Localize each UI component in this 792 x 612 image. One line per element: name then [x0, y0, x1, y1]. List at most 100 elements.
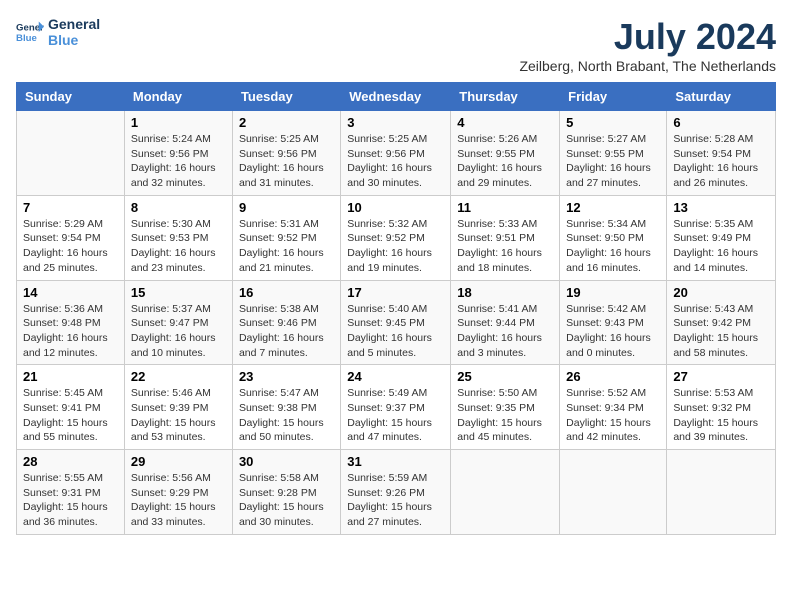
day-info: Sunrise: 5:26 AM Sunset: 9:55 PM Dayligh… — [457, 132, 553, 191]
day-info: Sunrise: 5:59 AM Sunset: 9:26 PM Dayligh… — [347, 471, 444, 530]
day-number: 2 — [239, 115, 334, 130]
day-info: Sunrise: 5:24 AM Sunset: 9:56 PM Dayligh… — [131, 132, 226, 191]
day-number: 20 — [673, 285, 769, 300]
calendar-cell: 17 Sunrise: 5:40 AM Sunset: 9:45 PM Dayli… — [341, 280, 451, 365]
day-info: Sunrise: 5:52 AM Sunset: 9:34 PM Dayligh… — [566, 386, 660, 445]
day-info: Sunrise: 5:50 AM Sunset: 9:35 PM Dayligh… — [457, 386, 553, 445]
calendar-cell: 15 Sunrise: 5:37 AM Sunset: 9:47 PM Dayli… — [124, 280, 232, 365]
day-number: 9 — [239, 200, 334, 215]
day-number: 7 — [23, 200, 118, 215]
day-info: Sunrise: 5:45 AM Sunset: 9:41 PM Dayligh… — [23, 386, 118, 445]
day-info: Sunrise: 5:34 AM Sunset: 9:50 PM Dayligh… — [566, 217, 660, 276]
week-row-2: 7 Sunrise: 5:29 AM Sunset: 9:54 PM Daylig… — [17, 195, 776, 280]
week-row-5: 28 Sunrise: 5:55 AM Sunset: 9:31 PM Dayli… — [17, 450, 776, 535]
day-number: 16 — [239, 285, 334, 300]
calendar-cell: 5 Sunrise: 5:27 AM Sunset: 9:55 PM Daylig… — [560, 111, 667, 196]
day-number: 21 — [23, 369, 118, 384]
day-number: 12 — [566, 200, 660, 215]
day-number: 31 — [347, 454, 444, 469]
day-number: 4 — [457, 115, 553, 130]
day-info: Sunrise: 5:29 AM Sunset: 9:54 PM Dayligh… — [23, 217, 118, 276]
calendar-cell: 26 Sunrise: 5:52 AM Sunset: 9:34 PM Dayli… — [560, 365, 667, 450]
week-row-1: 1 Sunrise: 5:24 AM Sunset: 9:56 PM Daylig… — [17, 111, 776, 196]
calendar-cell: 18 Sunrise: 5:41 AM Sunset: 9:44 PM Dayli… — [451, 280, 560, 365]
svg-text:Blue: Blue — [16, 33, 37, 44]
day-number: 30 — [239, 454, 334, 469]
day-number: 10 — [347, 200, 444, 215]
day-number: 19 — [566, 285, 660, 300]
day-info: Sunrise: 5:56 AM Sunset: 9:29 PM Dayligh… — [131, 471, 226, 530]
day-info: Sunrise: 5:47 AM Sunset: 9:38 PM Dayligh… — [239, 386, 334, 445]
calendar-cell — [17, 111, 125, 196]
calendar-cell: 13Sunrise: 5:35 AM Sunset: 9:49 PM Dayli… — [667, 195, 776, 280]
day-number: 28 — [23, 454, 118, 469]
calendar-cell: 9Sunrise: 5:31 AM Sunset: 9:52 PM Daylig… — [232, 195, 340, 280]
day-info: Sunrise: 5:27 AM Sunset: 9:55 PM Dayligh… — [566, 132, 660, 191]
calendar-cell: 14 Sunrise: 5:36 AM Sunset: 9:48 PM Dayli… — [17, 280, 125, 365]
calendar-cell: 11Sunrise: 5:33 AM Sunset: 9:51 PM Dayli… — [451, 195, 560, 280]
logo-text-general: General — [48, 16, 100, 32]
location-title: Zeilberg, North Brabant, The Netherlands — [519, 58, 776, 74]
calendar-cell — [560, 450, 667, 535]
calendar-cell: 4 Sunrise: 5:26 AM Sunset: 9:55 PM Daylig… — [451, 111, 560, 196]
calendar-cell: 29 Sunrise: 5:56 AM Sunset: 9:29 PM Dayli… — [124, 450, 232, 535]
logo-icon: General Blue — [16, 18, 44, 46]
day-info: Sunrise: 5:46 AM Sunset: 9:39 PM Dayligh… — [131, 386, 226, 445]
day-number: 18 — [457, 285, 553, 300]
day-number: 24 — [347, 369, 444, 384]
calendar-cell: 16Sunrise: 5:38 AM Sunset: 9:46 PM Dayli… — [232, 280, 340, 365]
day-number: 23 — [239, 369, 334, 384]
day-info: Sunrise: 5:53 AM Sunset: 9:32 PM Dayligh… — [673, 386, 769, 445]
calendar-cell: 24 Sunrise: 5:49 AM Sunset: 9:37 PM Dayli… — [341, 365, 451, 450]
day-number: 29 — [131, 454, 226, 469]
day-number: 17 — [347, 285, 444, 300]
header-wednesday: Wednesday — [341, 83, 451, 111]
header-tuesday: Tuesday — [232, 83, 340, 111]
day-info: Sunrise: 5:28 AM Sunset: 9:54 PM Dayligh… — [673, 132, 769, 191]
logo: General Blue General Blue — [16, 16, 100, 48]
day-number: 15 — [131, 285, 226, 300]
day-info: Sunrise: 5:41 AM Sunset: 9:44 PM Dayligh… — [457, 302, 553, 361]
day-number: 5 — [566, 115, 660, 130]
title-block: July 2024 Zeilberg, North Brabant, The N… — [519, 16, 776, 74]
day-info: Sunrise: 5:55 AM Sunset: 9:31 PM Dayligh… — [23, 471, 118, 530]
day-info: Sunrise: 5:49 AM Sunset: 9:37 PM Dayligh… — [347, 386, 444, 445]
page-header: General Blue General Blue July 2024 Zeil… — [16, 16, 776, 74]
calendar-cell: 31 Sunrise: 5:59 AM Sunset: 9:26 PM Dayli… — [341, 450, 451, 535]
day-number: 8 — [131, 200, 226, 215]
calendar-cell: 7 Sunrise: 5:29 AM Sunset: 9:54 PM Daylig… — [17, 195, 125, 280]
calendar-cell: 8Sunrise: 5:30 AM Sunset: 9:53 PM Daylig… — [124, 195, 232, 280]
day-info: Sunrise: 5:37 AM Sunset: 9:47 PM Dayligh… — [131, 302, 226, 361]
day-number: 22 — [131, 369, 226, 384]
day-number: 14 — [23, 285, 118, 300]
calendar-cell: 22 Sunrise: 5:46 AM Sunset: 9:39 PM Dayli… — [124, 365, 232, 450]
calendar-cell: 23 Sunrise: 5:47 AM Sunset: 9:38 PM Dayli… — [232, 365, 340, 450]
day-info: Sunrise: 5:58 AM Sunset: 9:28 PM Dayligh… — [239, 471, 334, 530]
calendar-cell: 12 Sunrise: 5:34 AM Sunset: 9:50 PM Dayli… — [560, 195, 667, 280]
header-friday: Friday — [560, 83, 667, 111]
header-monday: Monday — [124, 83, 232, 111]
week-row-3: 14 Sunrise: 5:36 AM Sunset: 9:48 PM Dayli… — [17, 280, 776, 365]
calendar-table: SundayMondayTuesdayWednesdayThursdayFrid… — [16, 82, 776, 535]
calendar-cell: 20 Sunrise: 5:43 AM Sunset: 9:42 PM Dayli… — [667, 280, 776, 365]
logo-text-blue: Blue — [48, 32, 100, 48]
calendar-cell: 3Sunrise: 5:25 AM Sunset: 9:56 PM Daylig… — [341, 111, 451, 196]
day-number: 26 — [566, 369, 660, 384]
day-info: Sunrise: 5:43 AM Sunset: 9:42 PM Dayligh… — [673, 302, 769, 361]
day-info: Sunrise: 5:40 AM Sunset: 9:45 PM Dayligh… — [347, 302, 444, 361]
day-info: Sunrise: 5:25 AM Sunset: 9:56 PM Dayligh… — [239, 132, 334, 191]
day-number: 1 — [131, 115, 226, 130]
calendar-cell: 28 Sunrise: 5:55 AM Sunset: 9:31 PM Dayli… — [17, 450, 125, 535]
day-number: 3 — [347, 115, 444, 130]
day-info: Sunrise: 5:33 AM Sunset: 9:51 PM Dayligh… — [457, 217, 553, 276]
day-info: Sunrise: 5:42 AM Sunset: 9:43 PM Dayligh… — [566, 302, 660, 361]
day-number: 25 — [457, 369, 553, 384]
day-info: Sunrise: 5:36 AM Sunset: 9:48 PM Dayligh… — [23, 302, 118, 361]
calendar-cell: 25 Sunrise: 5:50 AM Sunset: 9:35 PM Dayli… — [451, 365, 560, 450]
day-number: 13 — [673, 200, 769, 215]
header-thursday: Thursday — [451, 83, 560, 111]
calendar-cell: 2 Sunrise: 5:25 AM Sunset: 9:56 PM Daylig… — [232, 111, 340, 196]
calendar-cell: 30 Sunrise: 5:58 AM Sunset: 9:28 PM Dayli… — [232, 450, 340, 535]
calendar-cell: 6Sunrise: 5:28 AM Sunset: 9:54 PM Daylig… — [667, 111, 776, 196]
calendar-cell: 21 Sunrise: 5:45 AM Sunset: 9:41 PM Dayli… — [17, 365, 125, 450]
